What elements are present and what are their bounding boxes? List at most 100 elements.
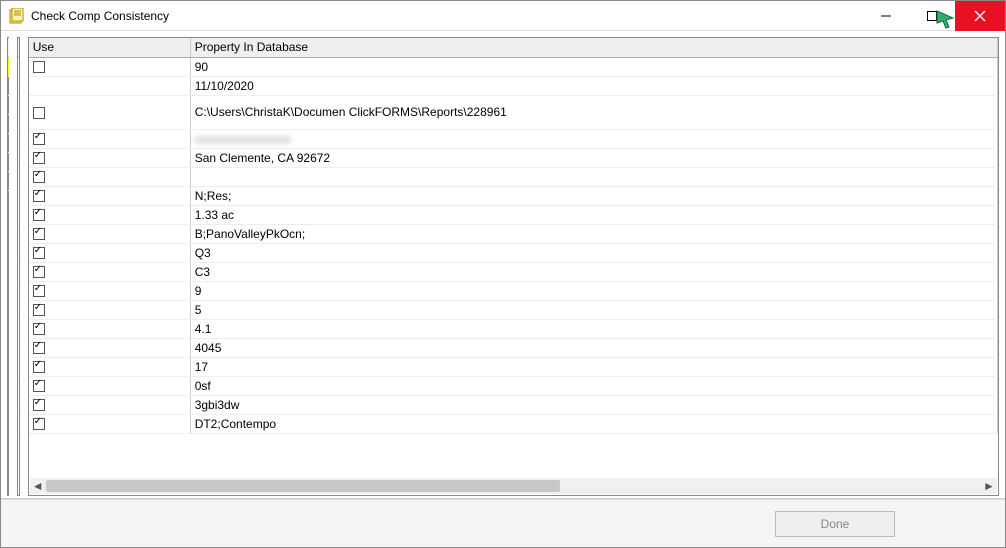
table-row[interactable]: LocationN;Res; [18, 186, 19, 205]
table-row[interactable]: Site Area1.33 ac [18, 205, 19, 224]
table-row[interactable]: B;PanoValleyPkOcn; [29, 224, 998, 243]
checkbox[interactable] [33, 380, 45, 392]
database-grid[interactable]: Use Property In Database 9011/10/2020C:\… [29, 38, 998, 434]
table-row[interactable]: 9 [29, 281, 998, 300]
cell-use[interactable] [29, 167, 190, 186]
cell-use[interactable] [29, 129, 190, 148]
table-row[interactable]: Bath Rooms4.1 [18, 319, 19, 338]
checkbox[interactable] [33, 61, 45, 73]
cell-use[interactable] [29, 205, 190, 224]
table-row[interactable]: 4045 [29, 338, 998, 357]
checkbox[interactable] [33, 361, 45, 373]
cell-use[interactable] [29, 262, 190, 281]
checkbox[interactable] [33, 133, 45, 145]
table-row[interactable]: Comp 2xxxxxxxxxxx San Clemente, CA 926YE… [8, 95, 9, 114]
done-button[interactable]: Done [775, 511, 895, 537]
checkbox[interactable] [33, 107, 45, 119]
table-row[interactable]: Subjectxxxxxxxxxxx San Clemente, CA 9267… [8, 57, 9, 76]
cell-use[interactable] [29, 319, 190, 338]
horizontal-scrollbar[interactable]: ◄ ► [30, 478, 997, 494]
table-row[interactable]: Q3 [29, 243, 998, 262]
table-row[interactable]: Last modified Date [18, 76, 19, 95]
table-row[interactable]: ViewB;PanoValleyPkOcn; [18, 224, 19, 243]
cell-use[interactable] [29, 300, 190, 319]
cell-use[interactable] [29, 148, 190, 167]
scroll-right-icon[interactable]: ► [981, 478, 997, 494]
table-row[interactable]: Actual Age17 [18, 357, 19, 376]
table-row[interactable]: Report LocationC:\Users\ChristaK\Documen… [18, 95, 19, 129]
cell-use[interactable] [29, 395, 190, 414]
cell-use[interactable] [29, 76, 190, 95]
maximize-button[interactable] [909, 1, 955, 31]
scroll-left-icon[interactable]: ◄ [30, 478, 46, 494]
cell-property: 5 [190, 300, 997, 319]
table-row[interactable] [29, 167, 998, 186]
table-row[interactable]: Comp 3xxxxxxxxxxx San Clemente, CA 92672… [8, 114, 9, 133]
table-row[interactable]: Comp 1xxxxxxxxxxx San Clemente, CA 92672 [8, 76, 9, 95]
table-row[interactable]: Gross Living Area4,045 [18, 338, 19, 357]
col-property-in-database[interactable]: Property In Database [190, 38, 997, 57]
comps-grid-panel: Type Address In DB UAD Subjectxxxxxxxxxx… [7, 37, 9, 496]
minimize-button[interactable] [863, 1, 909, 31]
table-row[interactable]: 1.33 ac [29, 205, 998, 224]
table-row[interactable]: Bed Rooms5 [18, 300, 19, 319]
checkbox[interactable] [33, 228, 45, 240]
checkbox[interactable] [33, 209, 45, 221]
table-row[interactable]: Quality ConstructioQ3 [18, 243, 19, 262]
table-row[interactable]: Comp ID [18, 57, 19, 76]
table-row[interactable]: xxxxxxxxxxxxxxxx [29, 129, 998, 148]
cell-use[interactable] [29, 376, 190, 395]
cell-use[interactable] [29, 281, 190, 300]
table-row[interactable]: 5 [29, 300, 998, 319]
table-row[interactable]: Street Addressxxxxxxxxxxxxxxxx [18, 129, 19, 148]
col-type[interactable]: Type [8, 38, 9, 57]
cell-use[interactable] [29, 338, 190, 357]
cell-property: B;PanoValleyPkOcn; [190, 224, 997, 243]
comps-grid[interactable]: Type Address In DB UAD Subjectxxxxxxxxxx… [8, 38, 9, 191]
cell-use[interactable] [29, 224, 190, 243]
cell-use[interactable] [29, 243, 190, 262]
checkbox[interactable] [33, 285, 45, 297]
table-row[interactable]: C3 [29, 262, 998, 281]
table-row[interactable]: Comp 5xxxxxxxxxxx San Clemente, CA 92672… [8, 152, 9, 171]
col-use[interactable]: Use [29, 38, 190, 57]
checkbox[interactable] [33, 323, 45, 335]
table-row[interactable]: Total Rooms9 [18, 281, 19, 300]
table-row[interactable]: Comp 4xxxxxxxxxxx San Clemente, CA 92672… [8, 133, 9, 152]
table-row[interactable]: 0sf [29, 376, 998, 395]
cell-use[interactable] [29, 357, 190, 376]
table-row[interactable]: Comp 6xxxxxxxxxxx San Clemente, CA 92672… [8, 171, 9, 190]
cell-use[interactable] [29, 186, 190, 205]
table-row[interactable]: 17 [29, 357, 998, 376]
report-grid[interactable]: Description Use Property In Report Comp … [18, 38, 19, 434]
close-button[interactable] [955, 1, 1005, 31]
table-row[interactable]: 11/10/2020 [29, 76, 998, 95]
table-row[interactable]: 90 [29, 57, 998, 76]
table-row[interactable]: Garage3gbi3dw [18, 395, 19, 414]
checkbox[interactable] [33, 342, 45, 354]
table-row[interactable]: DT2;Contempo [29, 414, 998, 433]
table-row[interactable]: C:\Users\ChristaK\Documen ClickFORMS\Rep… [29, 95, 998, 129]
checkbox[interactable] [33, 190, 45, 202]
table-row[interactable]: Sales Price [18, 167, 19, 186]
cell-use[interactable] [29, 57, 190, 76]
cell-use[interactable] [29, 414, 190, 433]
checkbox[interactable] [33, 399, 45, 411]
checkbox[interactable] [33, 152, 45, 164]
col-description[interactable]: Description [18, 38, 19, 57]
checkbox[interactable] [33, 247, 45, 259]
table-row[interactable]: DesignDT2;Contempo [18, 414, 19, 433]
cell-property: San Clemente, CA 92672 [190, 148, 997, 167]
table-row[interactable]: San Clemente, CA 92672 [29, 148, 998, 167]
table-row[interactable]: N;Res; [29, 186, 998, 205]
checkbox[interactable] [33, 304, 45, 316]
checkbox[interactable] [33, 418, 45, 430]
table-row[interactable]: Basement & Finishe0sf [18, 376, 19, 395]
checkbox[interactable] [33, 266, 45, 278]
table-row[interactable]: 4.1 [29, 319, 998, 338]
cell-use[interactable] [29, 95, 190, 129]
table-row[interactable]: 3gbi3dw [29, 395, 998, 414]
table-row[interactable]: ConditionC3 [18, 262, 19, 281]
checkbox[interactable] [33, 171, 45, 183]
table-row[interactable]: City, State, ZipSan Clemente, CA 92672 [18, 148, 19, 167]
